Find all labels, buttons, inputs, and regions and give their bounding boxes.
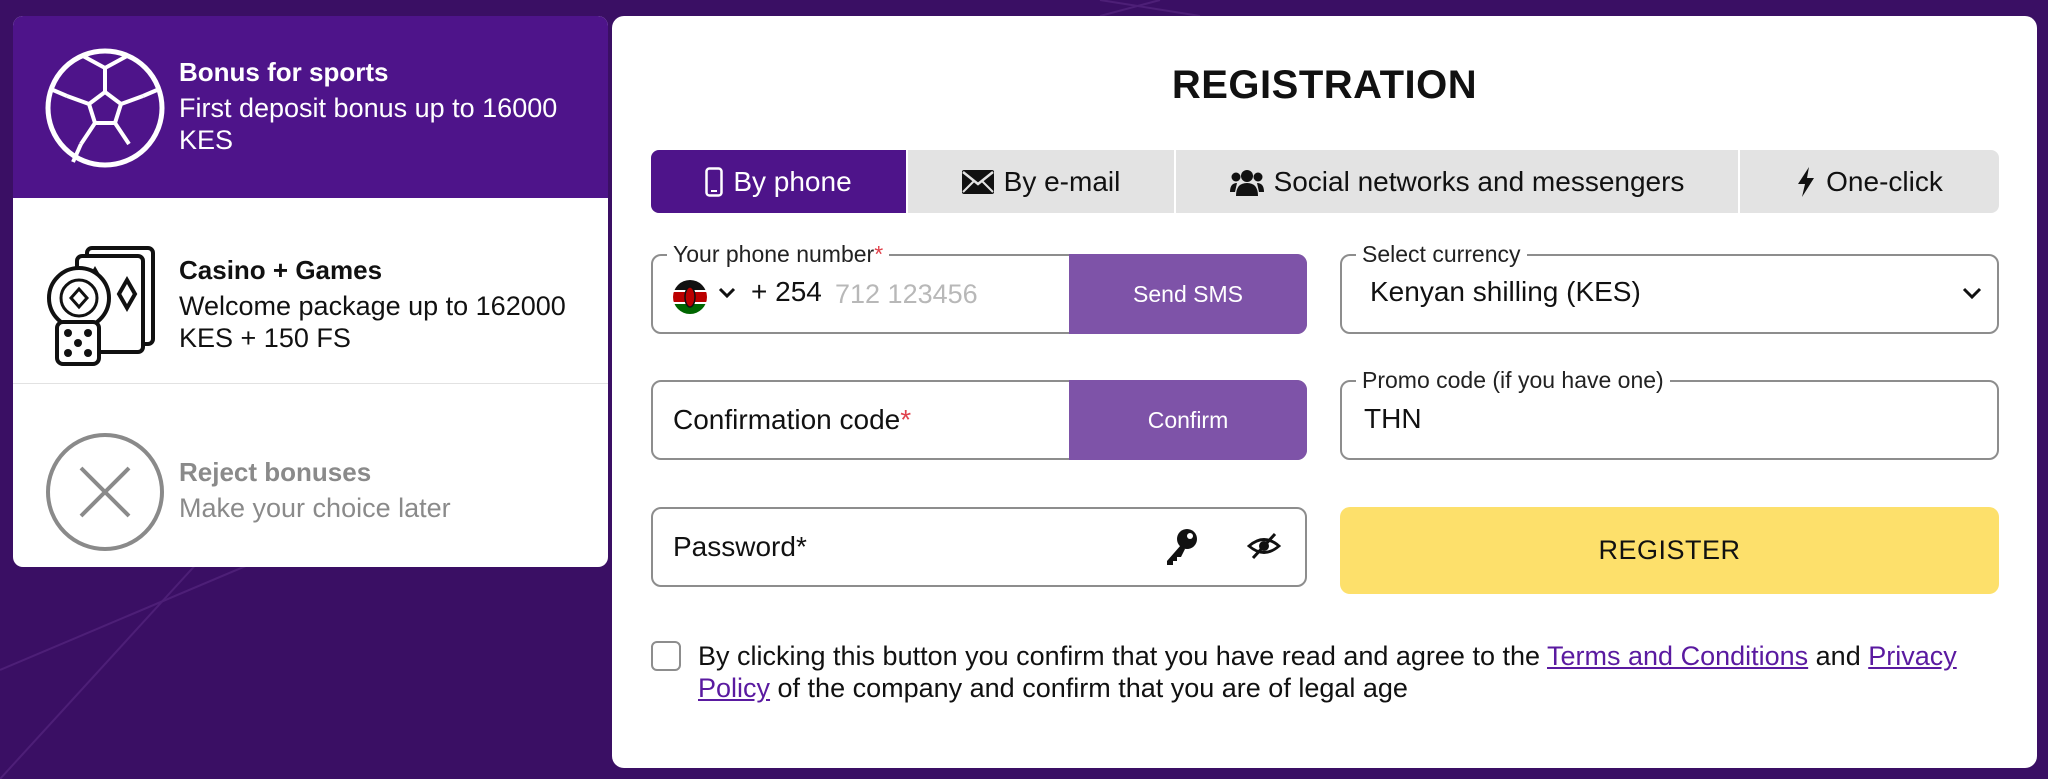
confirm-button[interactable]: Confirm xyxy=(1069,380,1307,460)
page-title: REGISTRATION xyxy=(1171,63,1478,107)
casino-chips-cards-dice-icon xyxy=(47,246,155,366)
terms-link[interactable]: Terms and Conditions xyxy=(1547,641,1808,671)
bonus-text: Casino + Games Welcome package up to 162… xyxy=(179,254,588,354)
phone-input[interactable] xyxy=(835,274,1055,314)
tab-label: By phone xyxy=(733,165,852,197)
lightning-icon xyxy=(1798,166,1815,197)
bonus-description: First deposit bonus up to 16000 KES xyxy=(179,93,558,155)
registration-method-tabs: By phone By e-mail Social networks and m… xyxy=(651,150,1999,213)
chevron-down-icon xyxy=(1962,287,1982,300)
tab-by-email[interactable]: By e-mail xyxy=(908,150,1176,213)
bonus-option-sports[interactable]: Bonus for sports First deposit bonus up … xyxy=(13,16,608,198)
promo-code-legend: Promo code (if you have one) xyxy=(1356,367,1670,393)
currency-select[interactable]: Select currency Kenyan shilling (KES) xyxy=(1340,241,1999,334)
bonus-description: Make your choice later xyxy=(179,493,451,523)
soccer-ball-icon xyxy=(45,48,165,168)
close-circle-icon xyxy=(46,433,164,551)
tab-label: By e-mail xyxy=(1003,165,1121,197)
password-field[interactable]: Password* xyxy=(651,507,1307,587)
send-sms-button[interactable]: Send SMS xyxy=(1069,254,1307,334)
eye-slash-icon[interactable] xyxy=(1247,531,1281,561)
password-label: Password* xyxy=(673,531,807,562)
confirmation-code-label: Confirmation code* xyxy=(673,404,912,435)
agreement-checkbox[interactable] xyxy=(651,641,681,671)
chevron-down-icon[interactable] xyxy=(717,286,737,300)
users-icon xyxy=(1229,169,1264,196)
bonus-title: Casino + Games xyxy=(179,255,383,285)
mobile-phone-icon xyxy=(705,166,724,197)
phone-number-legend: Your phone number* xyxy=(667,241,890,267)
bonus-panel: Bonus for sports First deposit bonus up … xyxy=(13,16,608,567)
key-icon[interactable] xyxy=(1163,527,1199,567)
tab-label: Social networks and messengers xyxy=(1273,165,1685,197)
bonus-title: Reject bonuses xyxy=(179,457,372,487)
kenya-flag-icon[interactable] xyxy=(673,280,707,314)
tab-one-click[interactable]: One-click xyxy=(1740,150,1999,213)
phone-number-field: Your phone number* + 254 Send SMS xyxy=(651,241,1307,334)
tab-label: One-click xyxy=(1826,165,1943,197)
bonus-text: Reject bonuses Make your choice later xyxy=(179,456,588,524)
register-button[interactable]: REGISTER xyxy=(1340,507,1999,594)
bonus-title: Bonus for sports xyxy=(179,57,389,87)
agreement-text: By clicking this button you confirm that… xyxy=(698,641,1957,703)
currency-legend: Select currency xyxy=(1356,241,1527,267)
envelope-icon xyxy=(961,169,994,194)
tab-by-phone[interactable]: By phone xyxy=(651,150,908,213)
bonus-description: Welcome package up to 162000 KES + 150 F… xyxy=(179,291,566,353)
bonus-option-reject[interactable]: Reject bonuses Make your choice later xyxy=(13,384,608,567)
tab-social-networks[interactable]: Social networks and messengers xyxy=(1176,150,1740,213)
confirmation-code-field[interactable]: Confirmation code* Confirm xyxy=(651,380,1307,460)
dial-code: + 254 xyxy=(751,276,822,307)
bonus-option-casino[interactable]: Casino + Games Welcome package up to 162… xyxy=(13,198,608,384)
promo-code-field[interactable]: Promo code (if you have one) THN xyxy=(1340,367,1999,460)
promo-code-value: THN xyxy=(1364,403,1422,434)
bonus-text: Bonus for sports First deposit bonus up … xyxy=(179,56,588,156)
currency-value: Kenyan shilling (KES) xyxy=(1370,276,1641,307)
registration-panel: REGISTRATION By phone By e-mail Social n… xyxy=(612,16,2037,768)
